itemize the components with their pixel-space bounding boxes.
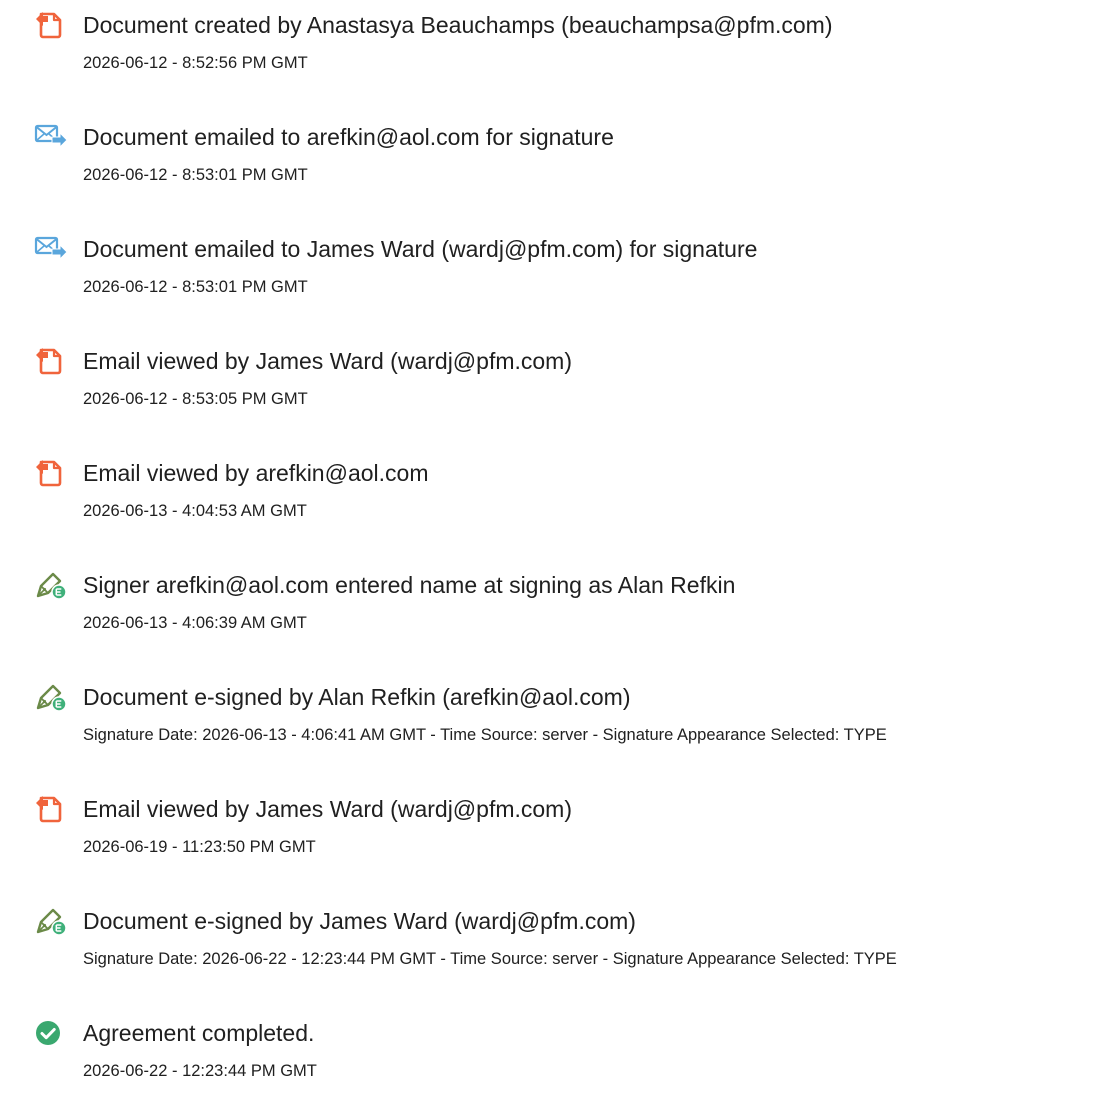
event-timestamp: 2026-06-12 - 8:53:01 PM GMT — [83, 166, 308, 184]
event-title: Document created by Anastasya Beauchamps… — [83, 12, 833, 38]
history-event: Email viewed by James Ward (wardj@pfm.co… — [0, 336, 1113, 448]
event-timestamp: 2026-06-22 - 12:23:44 PM GMT — [83, 1062, 317, 1080]
event-timestamp: 2026-06-13 - 4:06:39 AM GMT — [83, 614, 307, 632]
event-title: Agreement completed. — [83, 1020, 315, 1046]
event-title: Document emailed to arefkin@aol.com for … — [83, 124, 614, 150]
event-title: Email viewed by James Ward (wardj@pfm.co… — [83, 796, 572, 822]
event-timestamp: 2026-06-13 - 4:04:53 AM GMT — [83, 502, 307, 520]
event-title: Email viewed by arefkin@aol.com — [83, 460, 429, 486]
history-event: Document e-signed by James Ward (wardj@p… — [0, 896, 1113, 1008]
email-sent-icon — [34, 234, 68, 264]
history-event: Document emailed to James Ward (wardj@pf… — [0, 224, 1113, 336]
email-sent-icon — [34, 122, 68, 152]
audit-history-list: Document created by Anastasya Beauchamps… — [0, 0, 1113, 1120]
event-title: Document e-signed by Alan Refkin (arefki… — [83, 684, 631, 710]
event-title: Signer arefkin@aol.com entered name at s… — [83, 572, 736, 598]
event-signature-details: Signature Date: 2026-06-22 - 12:23:44 PM… — [83, 950, 897, 968]
history-event: Document emailed to arefkin@aol.com for … — [0, 112, 1113, 224]
history-event: Document created by Anastasya Beauchamps… — [0, 0, 1113, 112]
history-event: Signer arefkin@aol.com entered name at s… — [0, 560, 1113, 672]
document-viewed-icon — [34, 346, 68, 376]
history-event: Document e-signed by Alan Refkin (arefki… — [0, 672, 1113, 784]
e-sign-pen-icon — [34, 570, 68, 600]
event-timestamp: 2026-06-12 - 8:53:01 PM GMT — [83, 278, 308, 296]
event-timestamp: 2026-06-12 - 8:52:56 PM GMT — [83, 54, 308, 72]
event-title: Email viewed by James Ward (wardj@pfm.co… — [83, 348, 572, 374]
history-event: Email viewed by arefkin@aol.com 2026-06-… — [0, 448, 1113, 560]
event-title: Document emailed to James Ward (wardj@pf… — [83, 236, 758, 262]
history-event: Email viewed by James Ward (wardj@pfm.co… — [0, 784, 1113, 896]
event-signature-details: Signature Date: 2026-06-13 - 4:06:41 AM … — [83, 726, 887, 744]
completed-check-icon — [34, 1018, 68, 1048]
e-sign-pen-icon — [34, 906, 68, 936]
document-viewed-icon — [34, 458, 68, 488]
document-viewed-icon — [34, 794, 68, 824]
document-created-icon — [34, 10, 68, 40]
event-timestamp: 2026-06-19 - 11:23:50 PM GMT — [83, 838, 316, 856]
history-event: Agreement completed. 2026-06-22 - 12:23:… — [0, 1008, 1113, 1120]
event-timestamp: 2026-06-12 - 8:53:05 PM GMT — [83, 390, 308, 408]
event-title: Document e-signed by James Ward (wardj@p… — [83, 908, 636, 934]
e-sign-pen-icon — [34, 682, 68, 712]
